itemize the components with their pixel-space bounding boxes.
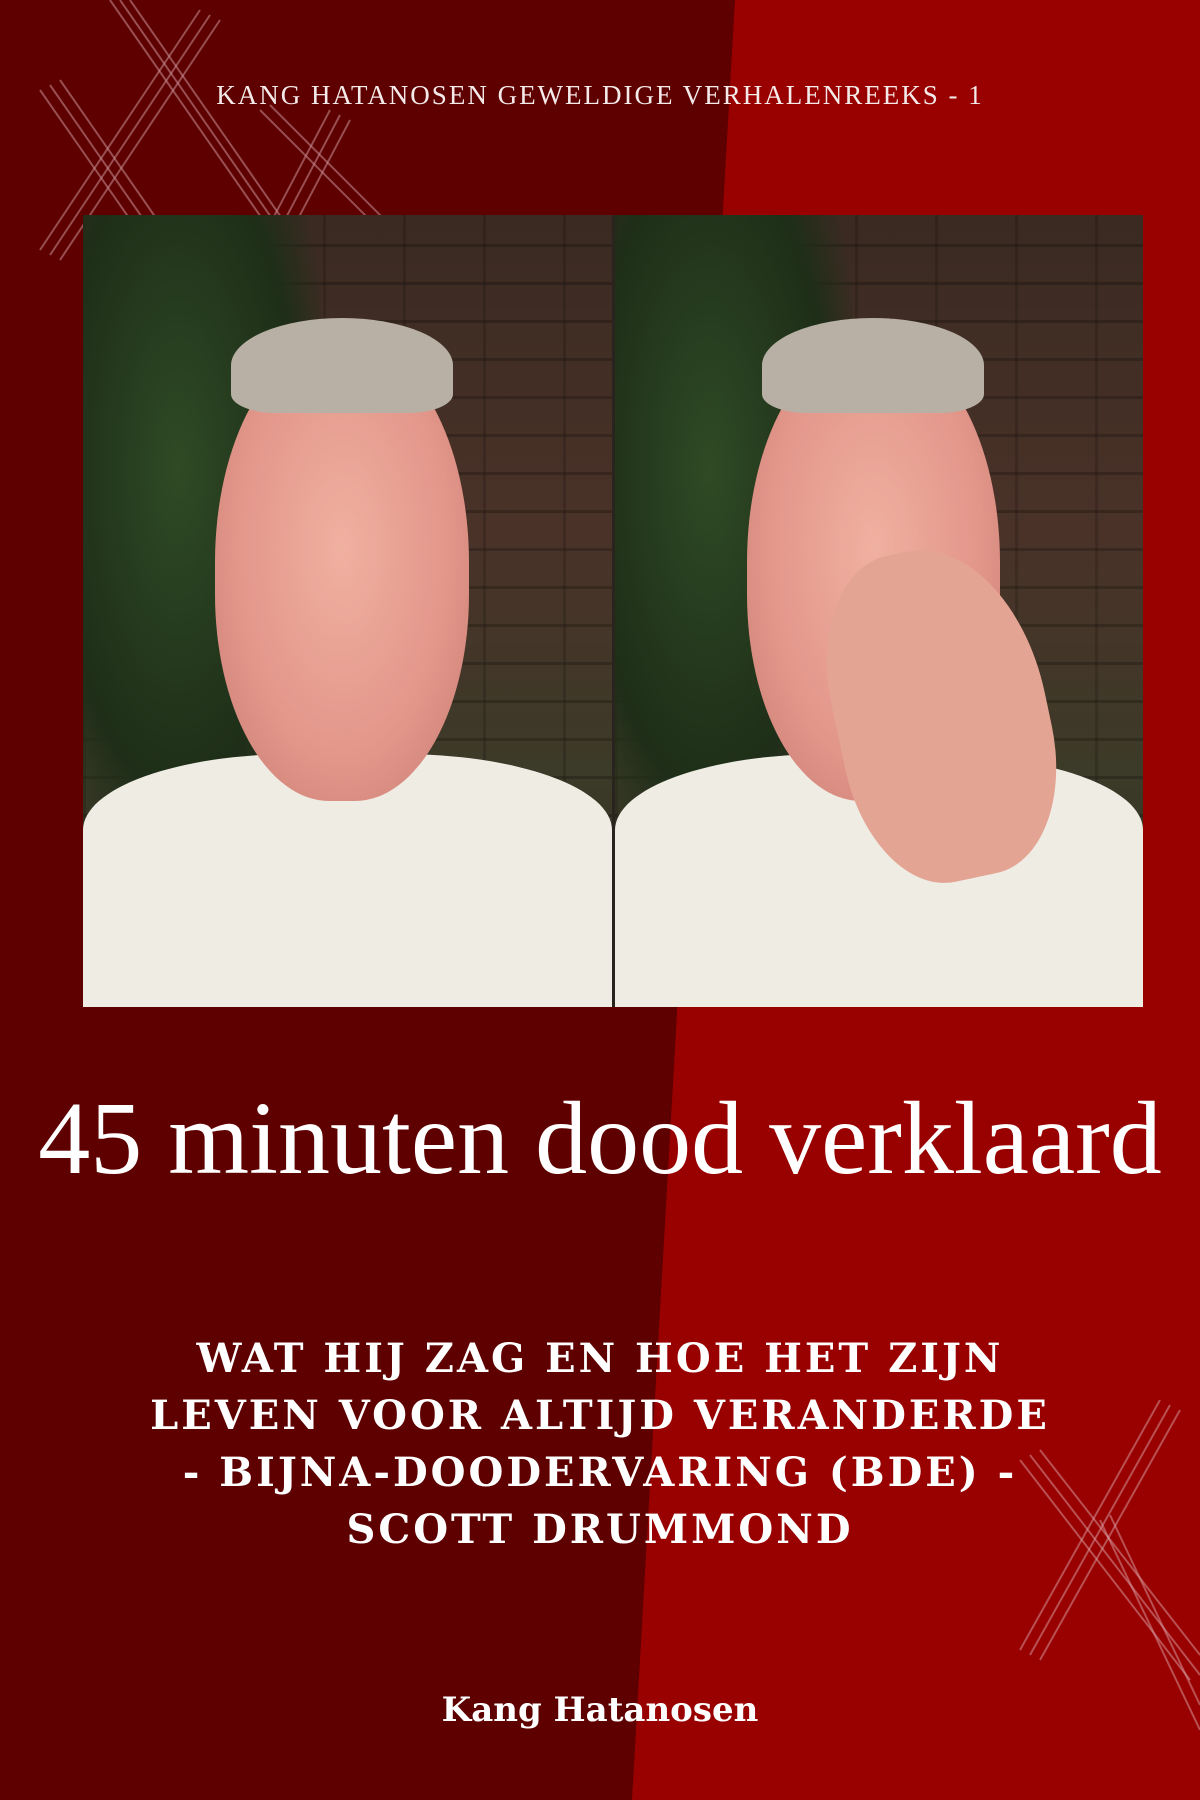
photo-man-looking-up [83, 215, 612, 1007]
photo-man-hand-on-face [614, 215, 1143, 1007]
series-title: KANG HATANOSEN GEWELDIGE VERHALENREEKS -… [216, 80, 984, 110]
book-subtitle: WAT HIJ ZAG EN HOE HET ZIJN LEVEN VOOR A… [150, 1335, 1050, 1553]
cover-photo [83, 215, 1143, 1007]
book-title: 45 minuten dood verklaard [38, 1081, 1162, 1196]
book-author: Kang Hatanosen [441, 1690, 759, 1730]
